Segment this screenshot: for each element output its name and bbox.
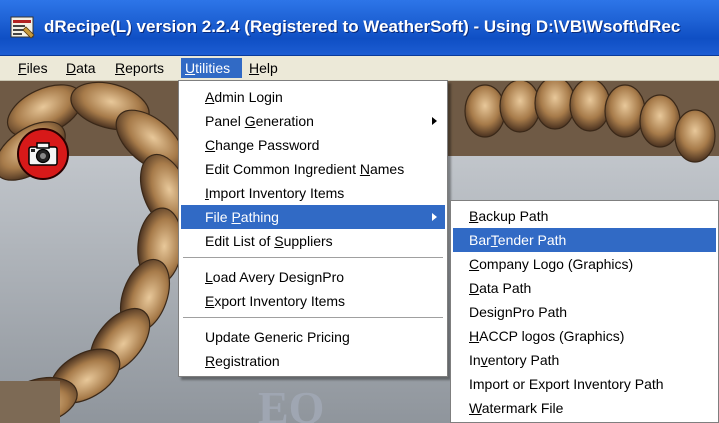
utilities-menu: Admin Login Panel Generation Change Pass… <box>178 80 448 377</box>
menu-item-registration[interactable]: Registration <box>181 349 445 373</box>
menu-item-designpro-path[interactable]: DesignPro Path <box>453 300 716 324</box>
window-title: dRecipe(L) version 2.2.4 (Registered to … <box>44 17 681 36</box>
menu-item-backup-path[interactable]: Backup Path <box>453 204 716 228</box>
menu-item-panel-generation[interactable]: Panel Generation <box>181 109 445 133</box>
menu-item-admin-login[interactable]: Admin Login <box>181 85 445 109</box>
menu-item-export-inventory[interactable]: Export Inventory Items <box>181 289 445 313</box>
menu-separator <box>183 257 443 259</box>
menu-separator <box>183 317 443 319</box>
menu-help[interactable]: Help <box>245 58 282 78</box>
menu-item-file-pathing[interactable]: File Pathing <box>181 205 445 229</box>
camera-icon <box>28 142 58 166</box>
menu-item-edit-suppliers[interactable]: Edit List of Suppliers <box>181 229 445 253</box>
menu-utilities[interactable]: Utilities <box>181 58 242 78</box>
menu-files[interactable]: Files <box>14 58 52 78</box>
menu-item-bartender-path[interactable]: BarTender Path <box>453 228 716 252</box>
app-icon <box>10 14 36 40</box>
menu-bar: Files Data Reports Utilities Help <box>0 56 719 81</box>
file-pathing-submenu: Backup Path BarTender Path Company Logo … <box>450 200 719 423</box>
submenu-arrow-icon <box>432 213 437 221</box>
menu-item-update-pricing[interactable]: Update Generic Pricing <box>181 325 445 349</box>
menu-item-edit-ingredient-names[interactable]: Edit Common Ingredient Names <box>181 157 445 181</box>
menu-item-company-logo[interactable]: Company Logo (Graphics) <box>453 252 716 276</box>
title-bar[interactable]: dRecipe(L) version 2.2.4 (Registered to … <box>0 0 719 56</box>
app-window: dRecipe(L) version 2.2.4 (Registered to … <box>0 0 719 423</box>
menu-item-import-export-inventory-path[interactable]: Import or Export Inventory Path <box>453 372 716 396</box>
menu-item-watermark-file[interactable]: Watermark File <box>453 396 716 420</box>
menu-data[interactable]: Data <box>62 58 100 78</box>
camera-button[interactable] <box>17 128 69 180</box>
menu-item-load-avery[interactable]: Load Avery DesignPro <box>181 265 445 289</box>
background-watermark-text: EQ <box>258 382 324 423</box>
menu-item-change-password[interactable]: Change Password <box>181 133 445 157</box>
menu-item-import-inventory[interactable]: Import Inventory Items <box>181 181 445 205</box>
submenu-arrow-icon <box>432 117 437 125</box>
menu-item-inventory-path[interactable]: Inventory Path <box>453 348 716 372</box>
menu-item-haccp-logos[interactable]: HACCP logos (Graphics) <box>453 324 716 348</box>
menu-item-data-path[interactable]: Data Path <box>453 276 716 300</box>
menu-reports[interactable]: Reports <box>111 58 168 78</box>
